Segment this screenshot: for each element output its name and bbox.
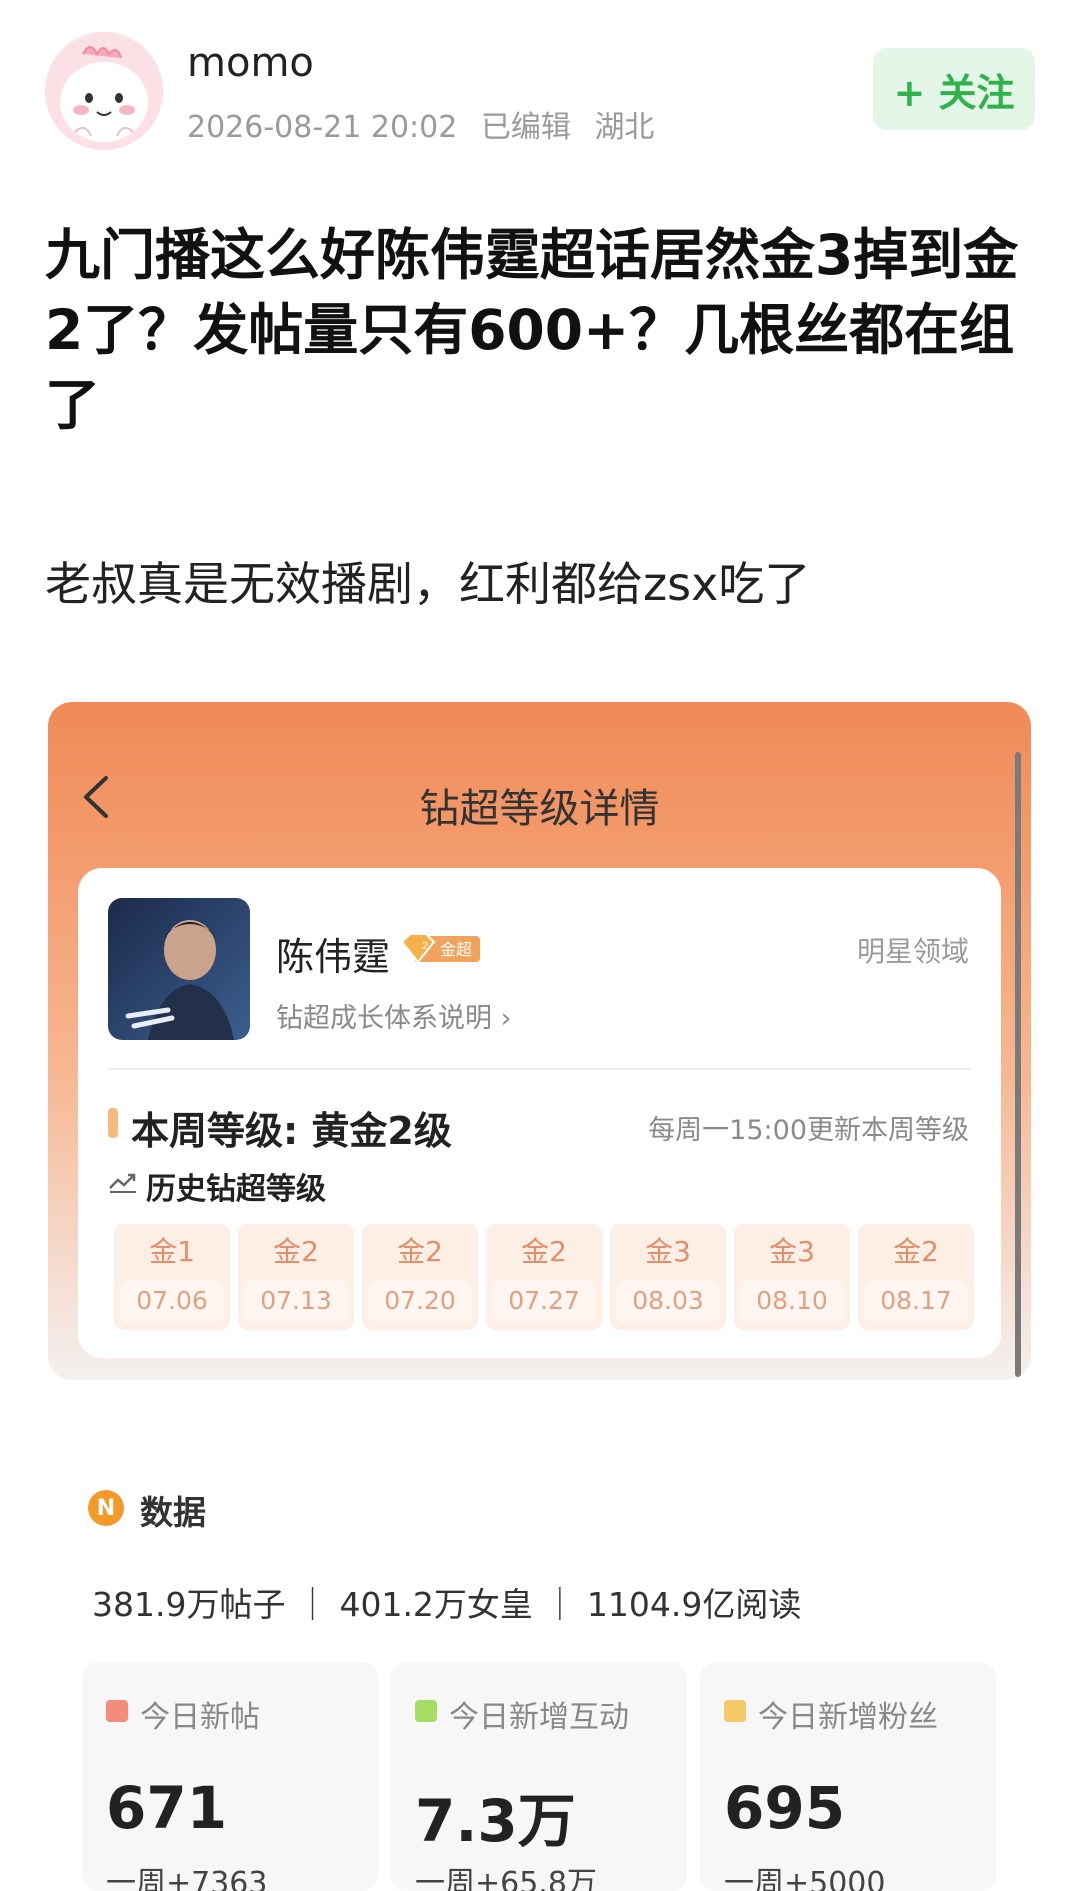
stat-week: 一周+65.8万: [415, 1866, 597, 1891]
history-item: 金2 07.27: [486, 1224, 602, 1330]
history-date: 07.13: [244, 1280, 348, 1322]
history-level: 金3: [769, 1235, 815, 1268]
history-item: 金3 08.10: [734, 1224, 850, 1330]
post-meta: 2026-08-21 20:02 已编辑 湖北: [187, 102, 654, 146]
edited-label: 已编辑: [480, 110, 571, 145]
star-level-card: 陈伟霆 2 金超 钻超成长体系说明 › 明星领域 本周等级: 黄金2级 每周一1…: [78, 868, 1001, 1358]
badge-text: 金超: [440, 940, 472, 959]
history-date: 07.27: [492, 1280, 596, 1322]
stat-color-dot: [106, 1700, 128, 1722]
stat-label: 今日新增互动: [449, 1700, 629, 1735]
username[interactable]: momo: [187, 40, 314, 86]
history-item: 金3 08.03: [610, 1224, 726, 1330]
post-title: 九门播这么好陈伟霆超话居然金3掉到金2了？发帖量只有600+？几根丝都在组了: [45, 223, 1019, 437]
history-date: 07.06: [120, 1280, 224, 1322]
post-header: momo 2026-08-21 20:02 已编辑 湖北 + 关注: [45, 32, 1035, 150]
stat-value: 695: [724, 1774, 846, 1842]
history-date: 08.03: [616, 1280, 720, 1322]
history-item: 金1 07.06: [114, 1224, 230, 1330]
star-cover-image[interactable]: [108, 898, 250, 1040]
follow-button[interactable]: + 关注: [873, 48, 1035, 130]
history-item: 金2 07.20: [362, 1224, 478, 1330]
stat-week: 一周+5000: [724, 1866, 886, 1891]
stat-label: 今日新增粉丝: [758, 1700, 938, 1735]
stat-color-dot: [415, 1700, 437, 1722]
scrollbar[interactable]: [1015, 752, 1021, 1377]
stat-card-new-posts[interactable]: 今日新帖 671 一周+7363: [82, 1662, 378, 1891]
data-section-title: 数据: [140, 1493, 206, 1532]
history-date: 07.20: [368, 1280, 472, 1322]
stat-label: 今日新帖: [140, 1700, 260, 1735]
update-note: 每周一15:00更新本周等级: [648, 1115, 969, 1146]
history-level: 金2: [273, 1235, 319, 1268]
stat-value: 7.3万: [415, 1787, 576, 1855]
history-item: 金2 07.13: [238, 1224, 354, 1330]
divider: [108, 1068, 971, 1070]
post-body: 老叔真是无效播剧，红利都给zsx吃了: [45, 557, 811, 611]
stat-color-dot: [724, 1700, 746, 1722]
cover-illustration: [108, 898, 250, 1040]
stat-card-new-interactions[interactable]: 今日新增互动 7.3万 一周+65.8万: [391, 1662, 687, 1891]
avatar[interactable]: [45, 32, 163, 150]
history-label: 历史钻超等级: [146, 1172, 326, 1207]
history-item: 金2 08.17: [858, 1224, 974, 1330]
gold-rank-badge: 2 金超: [400, 933, 480, 964]
history-level-list: 金1 07.06 金2 07.13 金2 07.20 金2 07.27 金3 0…: [114, 1224, 974, 1330]
history-level: 金2: [521, 1235, 567, 1268]
page-title: 钻超等级详情: [419, 786, 660, 832]
data-icon: N: [88, 1490, 124, 1526]
history-level: 金3: [645, 1235, 691, 1268]
current-week-level: 本周等级: 黄金2级: [131, 1109, 452, 1153]
trend-icon: [109, 1173, 136, 1193]
embedded-screenshot[interactable]: 钻超等级详情 陈伟霆 2 金超 钻超成长体系说明 › 明星领域 本周等级: 黄金…: [48, 702, 1031, 1380]
history-date: 08.17: [864, 1280, 968, 1322]
history-level: 金2: [893, 1235, 939, 1268]
avatar-illustration: [45, 32, 163, 150]
stats-summary: 381.9万帖子 ｜ 401.2万女皇 ｜ 1104.9亿阅读: [92, 1585, 802, 1624]
stat-week: 一周+7363: [106, 1866, 268, 1891]
post-timestamp: 2026-08-21 20:02: [187, 110, 458, 145]
domain-label: 明星领域: [856, 935, 969, 968]
star-name[interactable]: 陈伟霆: [276, 926, 390, 981]
stat-value: 671: [106, 1774, 228, 1842]
level-accent-bar: [108, 1108, 118, 1138]
history-level: 金1: [149, 1235, 195, 1268]
history-date: 08.10: [740, 1280, 844, 1322]
svg-text:2: 2: [422, 941, 428, 952]
stat-card-new-fans[interactable]: 今日新增粉丝 695 一周+5000: [700, 1662, 996, 1891]
post-location: 湖北: [594, 110, 655, 145]
growth-system-link[interactable]: 钻超成长体系说明 ›: [276, 996, 511, 1035]
history-level: 金2: [397, 1235, 443, 1268]
